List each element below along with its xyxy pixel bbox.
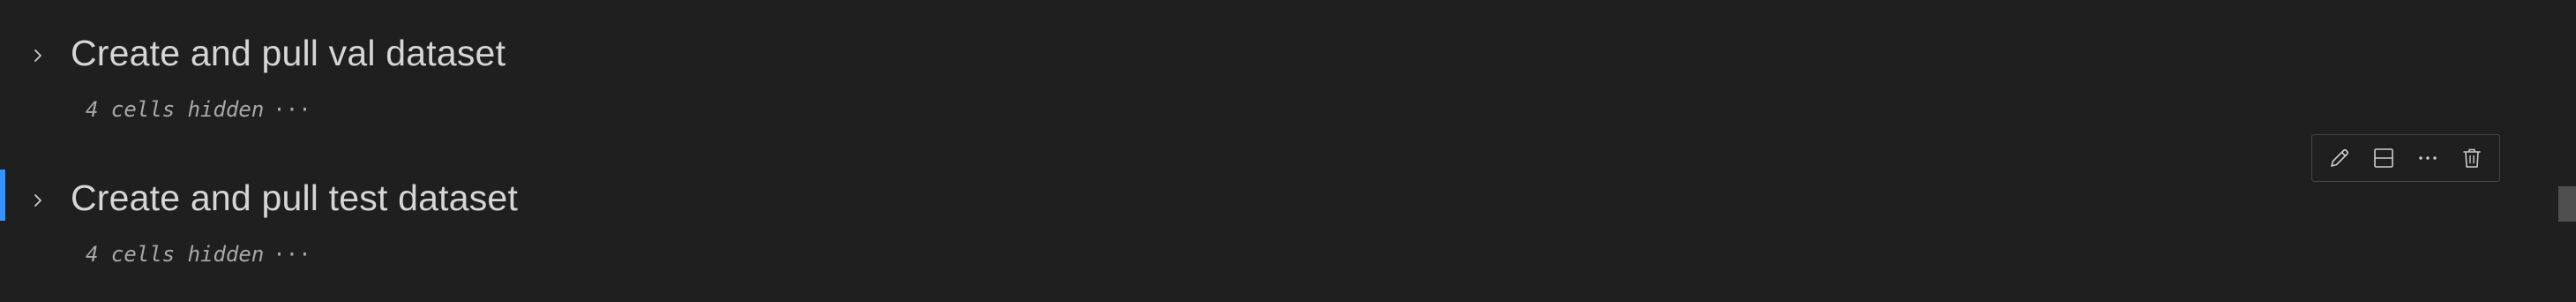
cell-heading: Create and pull val dataset xyxy=(71,33,506,73)
hidden-cells-label: 4 cells hidden xyxy=(86,242,265,267)
more-actions-button[interactable] xyxy=(2410,140,2445,176)
split-cell-button[interactable] xyxy=(2366,140,2401,176)
expand-hidden-cells-button[interactable]: ··· xyxy=(273,242,311,267)
delete-cell-button[interactable] xyxy=(2454,140,2490,176)
notebook-editor: Create and pull val dataset 4 cells hidd… xyxy=(0,0,2576,302)
chevron-right-icon[interactable] xyxy=(26,44,49,67)
hidden-cells-indicator: 4 cells hidden ··· xyxy=(86,97,311,122)
split-cell-icon xyxy=(2374,148,2393,168)
more-icon xyxy=(2419,156,2437,160)
trash-icon xyxy=(2463,148,2481,168)
hidden-cells-indicator: 4 cells hidden ··· xyxy=(86,242,311,267)
markdown-cell-focused[interactable]: Create and pull test dataset 4 cells hid… xyxy=(0,145,2558,302)
cell-toolbar xyxy=(2311,134,2500,182)
cell-heading: Create and pull test dataset xyxy=(71,177,519,218)
edit-cell-button[interactable] xyxy=(2322,140,2357,176)
hidden-cells-label: 4 cells hidden xyxy=(86,97,265,122)
markdown-cell[interactable]: Create and pull val dataset 4 cells hidd… xyxy=(0,0,2558,145)
chevron-right-icon[interactable] xyxy=(26,189,49,212)
cell-focus-indicator xyxy=(0,170,5,221)
scrollbar-thumb[interactable] xyxy=(2558,186,2576,222)
expand-hidden-cells-button[interactable]: ··· xyxy=(273,97,311,122)
pencil-icon xyxy=(2331,148,2349,167)
